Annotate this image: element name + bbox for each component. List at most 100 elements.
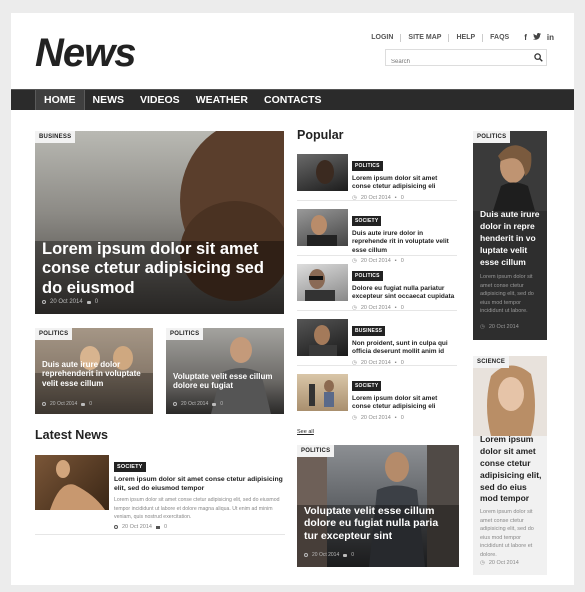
popular-item[interactable]: POLITICS Dolore eu fugiat nulla pariatur… [297, 264, 457, 311]
category-badge[interactable]: POLITICS [297, 445, 335, 457]
popular-item[interactable]: POLITICS Lorem ipsum dolor sit amet cons… [297, 154, 457, 201]
comment-count: 0 [400, 414, 404, 421]
sidebar-science-image [473, 356, 547, 436]
politics-card-2[interactable]: POLITICS Voluptate velit esse cillum dol… [166, 328, 284, 414]
politics-big-card[interactable]: POLITICS Voluptate velit esse cillum dol… [297, 445, 459, 567]
clock-icon: ◷ [480, 560, 485, 566]
faqs-link[interactable]: FAQS [483, 34, 516, 42]
category-badge[interactable]: POLITICS [352, 161, 383, 171]
politics-card-1[interactable]: POLITICS Duis aute irure dolor reprehend… [35, 328, 153, 414]
latest-divider [35, 534, 285, 535]
featured-meta: 20 Oct 2014 0 [42, 299, 98, 305]
social-links: f in [524, 32, 554, 42]
post-date: 20 Oct 2014 [50, 401, 78, 407]
comment-count: 0 [351, 552, 355, 558]
category-badge[interactable]: POLITICS [352, 271, 383, 281]
sidebar-title[interactable]: Duis aute irure dolor in repre henderit … [480, 209, 546, 268]
popular-thumb[interactable] [297, 209, 348, 246]
search-icon[interactable] [534, 53, 543, 62]
politics-big-meta: 20 Oct 2014 0 [304, 552, 354, 558]
nav-weather[interactable]: WEATHER [188, 90, 256, 110]
top-links: LOGIN SITE MAP HELP FAQS f in [364, 32, 554, 42]
site-map-link[interactable]: SITE MAP [401, 33, 450, 42]
post-date: 20 Oct 2014 [488, 560, 519, 566]
popular-meta: ◷ 20 Oct 2014 ▪ 0 [352, 415, 456, 421]
popular-thumb[interactable] [297, 319, 348, 356]
popular-text: SOCIETY Lorem ipsum dolor sit amet conse… [352, 374, 456, 421]
popular-thumb-image [307, 215, 337, 246]
category-badge[interactable]: POLITICS [473, 131, 511, 143]
popular-thumb-image [309, 380, 334, 407]
sidebar-title[interactable]: Lorem ipsum dolor sit amet conse ctetur … [480, 434, 546, 505]
sidebar-politics-image [473, 131, 547, 211]
popular-title[interactable]: Lorem ipsum dolor sit amet conse ctetur … [352, 175, 456, 192]
card-meta: 20 Oct 2014 0 [42, 401, 92, 407]
popular-item[interactable]: SOCIETY Duis aute irure dolor in reprehe… [297, 209, 457, 264]
clock-icon [42, 300, 46, 304]
login-link[interactable]: LOGIN [364, 33, 402, 42]
comment-count: 0 [220, 401, 224, 407]
popular-divider [297, 365, 457, 366]
category-badge[interactable]: BUSINESS [352, 326, 386, 336]
popular-title[interactable]: Lorem ipsum dolor sit amet conse ctetur … [352, 395, 456, 412]
site-logo[interactable]: News [35, 31, 136, 76]
nav-news[interactable]: NEWS [85, 90, 133, 110]
main-navbar: HOME NEWS VIDEOS WEATHER CONTACTS [11, 89, 574, 110]
popular-divider [297, 310, 457, 311]
popular-title[interactable]: Dolore eu fugiat nulla pariatur excepteu… [352, 285, 456, 302]
popular-thumb[interactable] [297, 374, 348, 411]
nav-contacts[interactable]: CONTACTS [256, 90, 330, 110]
popular-divider [297, 255, 457, 256]
comment-icon [343, 553, 348, 557]
sidebar-card-politics[interactable]: POLITICS Duis aute irure dolor in repre … [473, 131, 547, 340]
category-badge[interactable]: BUSINESS [35, 131, 76, 143]
popular-heading: Popular [297, 128, 344, 142]
sidebar-meta: ◷ 20 Oct 2014 [480, 560, 519, 566]
latest-title[interactable]: Lorem ipsum dolor sit amet conse ctetur … [114, 475, 289, 493]
nav-home[interactable]: HOME [35, 90, 85, 110]
see-all-link[interactable]: See all [297, 429, 314, 435]
clock-icon [42, 402, 46, 406]
category-badge[interactable]: POLITICS [35, 328, 73, 340]
latest-article: SOCIETY Lorem ipsum dolor sit amet conse… [114, 455, 289, 530]
featured-title[interactable]: Lorem ipsum dolor sit amet conse ctetur … [42, 240, 278, 298]
category-badge[interactable]: POLITICS [166, 328, 204, 340]
nav-videos[interactable]: VIDEOS [132, 90, 188, 110]
popular-item[interactable]: BUSINESS Non proident, sunt in culpa qui… [297, 319, 457, 366]
card-title[interactable]: Duis aute irure dolor reprehenderit in v… [42, 360, 150, 388]
comment-icon: ▪ [394, 414, 397, 421]
twitter-icon[interactable] [532, 32, 541, 42]
comment-icon [155, 525, 160, 529]
popular-thumb[interactable] [297, 264, 348, 301]
comment-icon [81, 402, 86, 406]
popular-divider [297, 200, 457, 201]
linkedin-icon[interactable]: in [547, 33, 554, 42]
popular-thumb-image [305, 269, 335, 301]
sidebar-excerpt: Lorem ipsum dolor sit amet conse ctetur … [480, 274, 534, 315]
politics-big-title[interactable]: Voluptate velit esse cillum dolore eu fu… [304, 505, 454, 542]
popular-item[interactable]: SOCIETY Lorem ipsum dolor sit amet conse… [297, 374, 457, 421]
popular-title[interactable]: Duis aute irure dolor in reprehende rit … [352, 230, 456, 255]
sidebar-card-science[interactable]: SCIENCE Lorem ipsum dolor sit amet conse… [473, 356, 547, 575]
comment-icon [86, 300, 91, 304]
category-badge[interactable]: SOCIETY [114, 462, 146, 472]
main-nav: HOME NEWS VIDEOS WEATHER CONTACTS [35, 90, 330, 111]
featured-card[interactable]: BUSINESS Lorem ipsum dolor sit amet cons… [35, 131, 284, 314]
popular-title[interactable]: Non proident, sunt in culpa qui officia … [352, 340, 456, 357]
category-badge[interactable]: SCIENCE [473, 356, 510, 368]
popular-text: BUSINESS Non proident, sunt in culpa qui… [352, 319, 456, 366]
popular-thumb[interactable] [297, 154, 348, 191]
category-badge[interactable]: SOCIETY [352, 381, 382, 391]
post-date: 20 Oct 2014 [181, 401, 209, 407]
latest-thumb[interactable] [35, 455, 109, 510]
category-badge[interactable]: SOCIETY [352, 216, 382, 226]
facebook-icon[interactable]: f [524, 33, 527, 42]
latest-excerpt: Lorem ipsum dolor sit amet conse ctetur … [114, 497, 280, 520]
clock-icon: ◷ [480, 324, 485, 330]
help-link[interactable]: HELP [449, 33, 484, 42]
card-title[interactable]: Voluptate velit esse cillum dolore eu fu… [173, 372, 281, 391]
post-date: 20 Oct 2014 [312, 552, 340, 558]
sidebar-excerpt: Lorem ipsum dolor sit amet conse ctetur … [480, 509, 534, 558]
post-date: 20 Oct 2014 [122, 524, 152, 531]
search-input[interactable] [386, 54, 516, 70]
